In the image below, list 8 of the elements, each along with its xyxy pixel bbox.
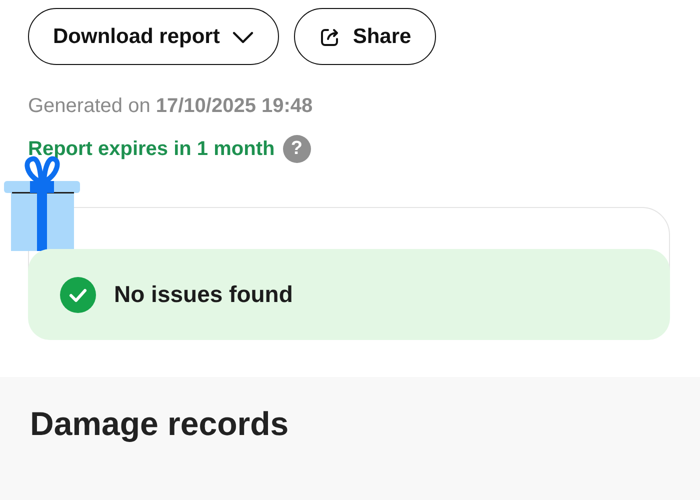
chevron-down-icon [232,30,254,44]
share-button[interactable]: Share [294,8,436,65]
status-text: No issues found [114,281,293,308]
download-button[interactable]: Download report [28,8,279,65]
check-circle-icon [60,276,96,312]
expiry-text: Report expires in 1 month [28,138,275,160]
generated-date-text: Generated on 17/10/2025 19:48 [28,95,314,118]
section-title: Damage records [30,405,289,443]
